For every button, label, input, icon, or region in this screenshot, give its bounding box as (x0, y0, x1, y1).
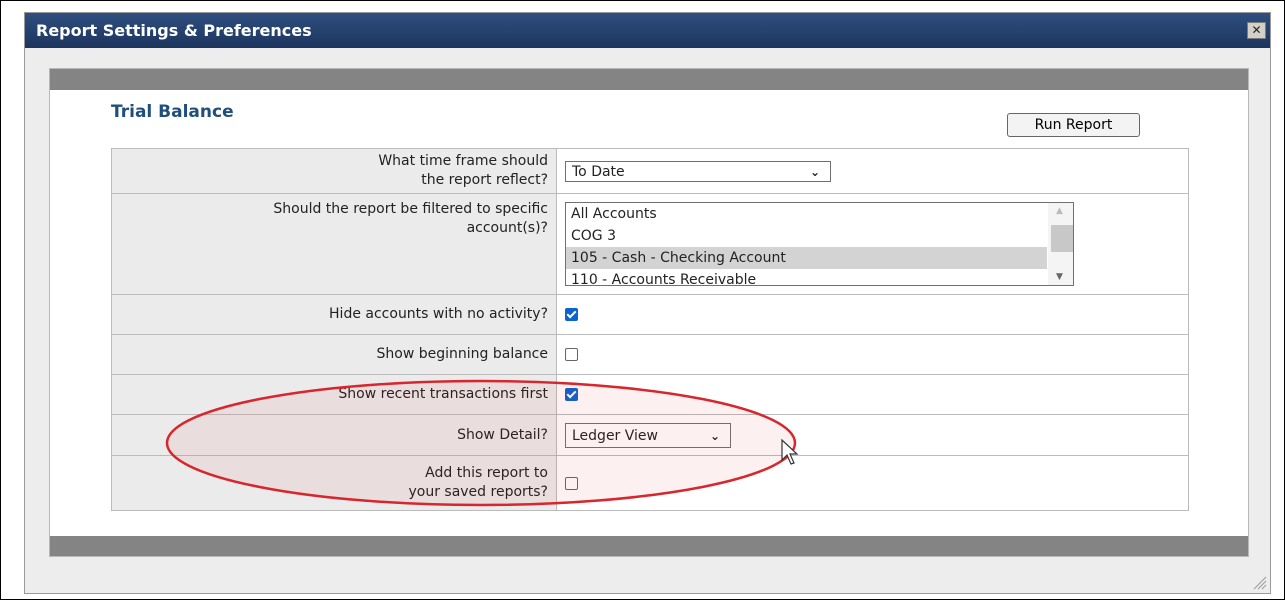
save-report-checkbox[interactable] (565, 476, 578, 490)
account-option[interactable]: 110 - Accounts Receivable (566, 269, 1047, 285)
save-report-question-line1: Add this report to (425, 465, 548, 481)
close-icon[interactable]: ✕ (1247, 22, 1266, 39)
recent-first-row: Show recent transactions first (111, 374, 1189, 415)
resize-grip-icon[interactable] (1251, 574, 1267, 590)
report-settings-dialog: Report Settings & Preferences ✕ Trial Ba… (24, 12, 1271, 594)
show-detail-value: Ledger View (572, 427, 658, 444)
dialog-titlebar[interactable]: Report Settings & Preferences ✕ (25, 13, 1270, 48)
show-detail-answer: Ledger View ⌄ (556, 414, 1189, 456)
save-report-question: Add this report to your saved reports? (111, 455, 557, 511)
accounts-row: Should the report be filtered to specifi… (111, 193, 1189, 295)
header-bar (50, 69, 1248, 90)
beginning-balance-checkbox[interactable] (565, 348, 578, 361)
account-option[interactable]: COG 3 (566, 225, 1047, 247)
account-option[interactable]: 105 - Cash - Checking Account (566, 247, 1047, 269)
beginning-balance-question: Show beginning balance (111, 334, 557, 375)
time-frame-question-line1: What time frame should (378, 153, 548, 169)
hide-no-activity-checkbox[interactable] (565, 308, 578, 321)
mouse-cursor-icon (781, 438, 799, 465)
accounts-answer: All Accounts COG 3 105 - Cash - Checking… (556, 193, 1189, 295)
scroll-up-icon[interactable]: ▲ (1056, 206, 1063, 216)
show-detail-select[interactable]: Ledger View ⌄ (565, 422, 731, 448)
accounts-question-line2: account(s)? (466, 220, 548, 236)
time-frame-question-line2: the report reflect? (421, 172, 548, 188)
accounts-question: Should the report be filtered to specifi… (111, 193, 557, 295)
beginning-balance-answer (556, 334, 1189, 375)
scroll-down-icon[interactable]: ▼ (1056, 272, 1063, 282)
recent-first-question: Show recent transactions first (111, 374, 557, 415)
account-option[interactable]: All Accounts (566, 203, 1047, 225)
scroll-thumb[interactable] (1051, 225, 1073, 252)
chevron-down-icon: ⌄ (809, 164, 820, 179)
settings-table: What time frame should the report reflec… (111, 148, 1189, 511)
accounts-question-line1: Should the report be filtered to specifi… (273, 201, 548, 217)
save-report-question-line2: your saved reports? (408, 484, 548, 500)
accounts-listbox[interactable]: All Accounts COG 3 105 - Cash - Checking… (565, 202, 1074, 286)
time-frame-row: What time frame should the report reflec… (111, 148, 1189, 194)
report-title: Trial Balance (111, 102, 234, 122)
listbox-scrollbar[interactable]: ▲ ▼ (1048, 203, 1073, 285)
hide-no-activity-question: Hide accounts with no activity? (111, 294, 557, 335)
recent-first-answer (556, 374, 1189, 415)
hide-no-activity-answer (556, 294, 1189, 335)
beginning-balance-row: Show beginning balance (111, 334, 1189, 375)
time-frame-value: To Date (572, 163, 625, 180)
time-frame-select[interactable]: To Date ⌄ (565, 160, 831, 182)
time-frame-answer: To Date ⌄ (556, 148, 1189, 194)
chevron-down-icon: ⌄ (709, 428, 720, 443)
show-detail-row: Show Detail? Ledger View ⌄ (111, 414, 1189, 456)
save-report-answer (556, 455, 1189, 511)
dialog-title: Report Settings & Preferences (36, 21, 312, 40)
run-report-button[interactable]: Run Report (1007, 113, 1140, 137)
dialog-content: Trial Balance Run Report What time frame… (49, 68, 1249, 557)
save-report-row: Add this report to your saved reports? (111, 455, 1189, 511)
footer-bar (50, 536, 1248, 556)
time-frame-question: What time frame should the report reflec… (111, 148, 557, 194)
recent-first-checkbox[interactable] (565, 388, 578, 401)
hide-no-activity-row: Hide accounts with no activity? (111, 294, 1189, 335)
show-detail-question: Show Detail? (111, 414, 557, 456)
